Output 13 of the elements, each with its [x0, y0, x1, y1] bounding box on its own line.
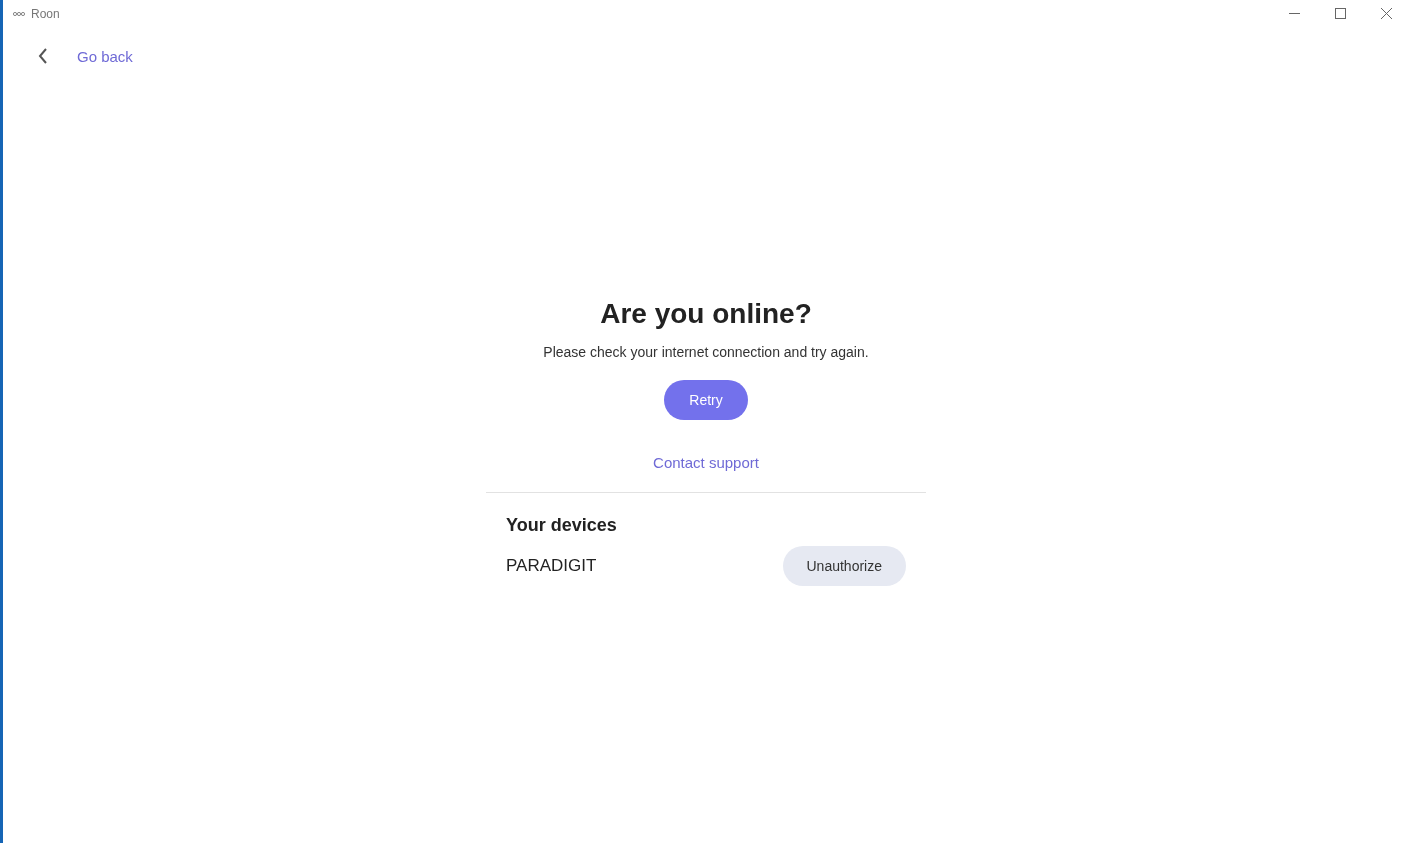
contact-support-link[interactable]: Contact support: [653, 454, 759, 471]
app-logo-icon: [13, 9, 25, 18]
maximize-icon: [1334, 8, 1346, 19]
message-text: Please check your internet connection and try again.: [543, 344, 869, 360]
unauthorize-button[interactable]: Unauthorize: [782, 546, 906, 586]
page-heading: Are you online?: [600, 298, 812, 330]
retry-button[interactable]: Retry: [664, 380, 748, 420]
devices-heading: Your devices: [506, 515, 618, 536]
go-back-link[interactable]: Go back: [77, 47, 133, 65]
device-name: PARADIGIT: [506, 556, 597, 576]
chevron-left-icon: [38, 48, 48, 64]
window-title: Roon: [31, 6, 60, 21]
close-icon: [1380, 8, 1392, 19]
